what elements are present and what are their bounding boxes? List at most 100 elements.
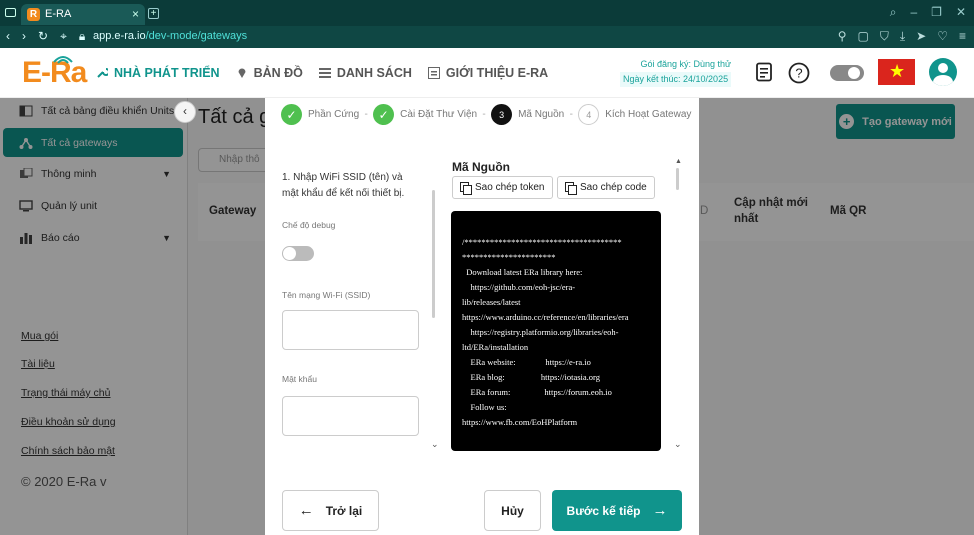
step-number: 3 <box>491 104 513 125</box>
code-line: ********************** <box>462 252 556 262</box>
check-icon: ✓ <box>373 104 395 125</box>
copy-token-button[interactable]: Sao chép token <box>452 176 553 199</box>
bookmark-icon[interactable]: ⚲ <box>838 29 847 44</box>
code-line: ERa blog: https://iotasia.org <box>462 372 600 382</box>
code-viewer[interactable]: /************************************* *… <box>451 211 661 451</box>
code-line: https://www.fb.com/EoHPlatform <box>462 417 578 427</box>
nav-about[interactable]: GIỚI THIỆU E-RA <box>427 66 549 80</box>
cancel-button[interactable]: Hủy <box>484 490 541 531</box>
url-host: app.e-ra.io <box>93 30 146 42</box>
browser-actions: ⚲ ▢ ⛉ ⤓ ➤ ♡ ≡ <box>838 29 966 44</box>
arrow-left-icon: ← <box>298 502 314 519</box>
address-bar: ‹ › ↻ ⌖ 🔒︎ app.e-ra.io/dev-mode/gateways… <box>0 26 974 48</box>
close-window-icon[interactable]: ✕ <box>956 5 966 20</box>
era-logo[interactable]: E-Ra <box>22 56 87 90</box>
svg-text:?: ? <box>795 66 802 81</box>
search-tabs-icon[interactable]: ⌕ <box>890 5 897 20</box>
reload-icon[interactable]: ↻ <box>38 29 48 44</box>
nav-developer[interactable]: NHÀ PHÁT TRIỂN <box>96 66 220 80</box>
forward-icon[interactable]: › <box>22 29 26 44</box>
copy-icon <box>565 182 577 195</box>
screenshot-icon[interactable]: ▢ <box>857 29 868 44</box>
scroll-down-icon[interactable]: ⌄ <box>431 439 439 450</box>
send-icon[interactable]: ➤ <box>916 29 926 44</box>
url-field[interactable]: app.e-ra.io/dev-mode/gateways <box>93 30 247 42</box>
code-line: lib/releases/latest <box>462 297 521 307</box>
next-label: Bước kế tiếp <box>566 503 641 518</box>
check-icon: ✓ <box>281 104 302 125</box>
nav-developer-label: NHÀ PHÁT TRIỂN <box>114 66 220 80</box>
browser-tab[interactable]: R E-RA × <box>21 4 145 25</box>
code-line: ltd/ERa/installation <box>462 342 529 352</box>
browser-tab-bar: R E-RA × + ⌕ – ❐ ✕ <box>0 0 974 26</box>
scroll-down-icon[interactable]: ⌄ <box>674 439 682 450</box>
help-icon[interactable]: ? <box>788 62 810 84</box>
arrow-right-icon: → <box>652 502 668 519</box>
setup-gateway-modal: ✓ Phần Cứng - ✓ Cài Đặt Thư Viện - 3 Mã … <box>265 98 699 535</box>
step-separator: - <box>482 109 486 120</box>
code-line: ERa website: https://e-ra.io <box>462 357 591 367</box>
step-separator: - <box>569 109 573 120</box>
step-hardware: ✓ Phần Cứng <box>281 104 359 125</box>
plan-label: Gói đăng ký: Dùng thử <box>640 59 732 69</box>
menu-icon[interactable]: ≡ <box>959 29 966 44</box>
vietnam-flag-icon[interactable]: ★ <box>878 59 915 85</box>
back-button[interactable]: ← Trở lại <box>282 490 379 531</box>
step-label: Cài Đặt Thư Viện <box>400 109 478 120</box>
lock-icon[interactable]: 🔒︎ <box>79 29 85 44</box>
cancel-label: Hủy <box>501 503 524 518</box>
code-line: https://registry.platformio.org/librarie… <box>462 327 619 337</box>
nav-about-label: GIỚI THIỆU E-RA <box>445 66 549 80</box>
new-tab-icon[interactable]: + <box>148 8 159 19</box>
era-favicon-icon: R <box>27 8 40 21</box>
password-label: Mật khẩu <box>282 374 317 384</box>
shield-icon[interactable]: ⛉ <box>880 29 889 44</box>
location-icon[interactable]: ⌖ <box>60 29 67 44</box>
next-step-button[interactable]: Bước kế tiếp → <box>552 490 682 531</box>
restore-icon[interactable]: ❐ <box>931 5 942 20</box>
nav-map[interactable]: BẢN ĐỒ <box>236 66 303 80</box>
debug-toggle[interactable] <box>282 246 314 261</box>
code-title: Mã Nguồn <box>452 160 510 174</box>
copy-token-label: Sao chép token <box>475 182 545 193</box>
nav-list[interactable]: DANH SÁCH <box>318 66 412 80</box>
map-pin-icon <box>238 68 246 78</box>
back-icon[interactable]: ‹ <box>6 29 10 44</box>
document-icon[interactable] <box>754 62 774 82</box>
password-input[interactable] <box>282 396 419 436</box>
tab-title: E-RA <box>45 8 72 20</box>
code-line: Download latest ERa library here: <box>462 267 583 277</box>
nav-map-label: BẢN ĐỒ <box>253 66 303 80</box>
copy-icon <box>460 182 472 195</box>
step-activate: 4 Kích Hoạt Gateway <box>578 104 691 125</box>
main-nav: NHÀ PHÁT TRIỂN BẢN ĐỒ DANH SÁCH GIỚI THI… <box>96 66 548 80</box>
url-path: /dev-mode/gateways <box>145 30 248 42</box>
theme-toggle[interactable] <box>830 65 864 81</box>
subscription-info: Gói đăng ký: Dùng thử Ngày kết thúc: 24/… <box>620 57 732 87</box>
ssid-input[interactable] <box>282 310 419 350</box>
debug-label: Chế độ debug <box>282 220 336 230</box>
step-library: ✓ Cài Đặt Thư Viện <box>373 104 477 125</box>
sidebar-collapse-button[interactable]: ‹ <box>174 101 196 123</box>
left-scrollbar[interactable] <box>432 190 435 318</box>
minimize-icon[interactable]: – <box>910 5 917 20</box>
code-line: https://www.arduino.cc/reference/en/libr… <box>462 312 629 322</box>
wifi-config-panel: 1. Nhập WiFi SSID (tên) và mật khẩu để k… <box>282 170 422 436</box>
window-menu-icon[interactable] <box>5 8 16 17</box>
copy-code-button[interactable]: Sao chép code <box>557 176 655 199</box>
list-icon <box>318 68 331 78</box>
heart-icon[interactable]: ♡ <box>937 29 948 44</box>
tab-close-icon[interactable]: × <box>132 7 139 21</box>
avatar[interactable] <box>929 58 957 86</box>
code-line: ERa forum: https://forum.eoh.io <box>462 387 612 397</box>
wrench-icon <box>97 68 108 78</box>
download-icon[interactable]: ⤓ <box>900 29 905 44</box>
nav-buttons: ‹ › ↻ ⌖ 🔒︎ <box>6 29 85 44</box>
step-separator: - <box>364 109 368 120</box>
ssid-label: Tên mạng Wi-Fi (SSID) <box>282 290 371 300</box>
code-line: https://github.com/eoh-jsc/era- <box>462 282 576 292</box>
wifi-instruction: 1. Nhập WiFi SSID (tên) và mật khẩu để k… <box>282 172 405 199</box>
scroll-up-icon[interactable]: ▲ <box>675 158 682 165</box>
stepper: ✓ Phần Cứng - ✓ Cài Đặt Thư Viện - 3 Mã … <box>281 104 691 125</box>
right-scrollbar[interactable] <box>676 168 679 190</box>
